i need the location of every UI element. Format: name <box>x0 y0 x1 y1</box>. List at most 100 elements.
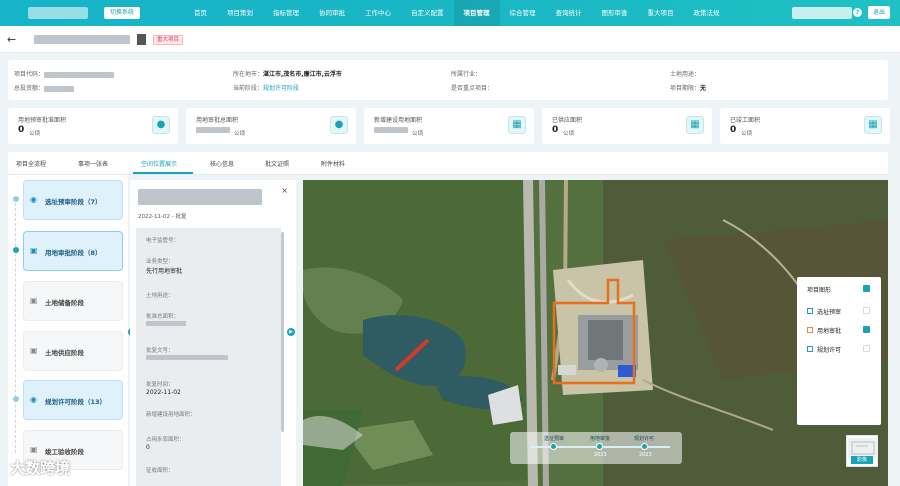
stage-dot <box>13 196 19 202</box>
project-name-redacted <box>34 35 130 44</box>
stage-land-supply[interactable]: ▣ 土地供应阶段 <box>23 331 123 371</box>
nav-item[interactable]: 图形审查 <box>592 0 638 26</box>
arrow-left-icon[interactable]: ← <box>7 33 16 46</box>
major-project-tag: 重大项目 <box>153 35 184 45</box>
legend-toggle-site-selection[interactable] <box>863 307 870 314</box>
stat-value-redacted <box>196 127 230 133</box>
key-project: 是否重点项目： <box>451 85 494 92</box>
tab-project-process[interactable]: 项目全流程 <box>16 159 46 168</box>
project-code: 项目代码： <box>14 69 115 78</box>
legend-title: 项目图形 <box>807 287 832 294</box>
stage-land-approval[interactable]: ▣ 用地审批阶段（8） <box>23 231 123 271</box>
person-icon: ● <box>330 116 348 134</box>
tab-items-table[interactable]: 事项一张表 <box>78 159 108 168</box>
nav-item[interactable]: 政策法规 <box>684 0 730 26</box>
stat-unit: 公顷 <box>563 131 575 137</box>
stats-row: 用地预审批准面积 0 公顷 ● 用地审批总面积 公顷 ● 新增建设用地面积 公顷… <box>8 108 890 144</box>
tab-core-info[interactable]: 核心信息 <box>210 159 234 168</box>
nav-item[interactable]: 项目策划 <box>217 0 263 26</box>
stamp-icon: ◉ <box>30 395 37 404</box>
nav-item[interactable]: 指标管理 <box>263 0 309 26</box>
legend-toggle-planning-permit[interactable] <box>863 345 870 352</box>
document-icon: ▣ <box>30 296 38 305</box>
stat-card: 新增建设用地面积 公顷 ▦ <box>364 108 534 144</box>
nav-item[interactable]: 重大项目 <box>638 0 684 26</box>
user-account[interactable] <box>792 7 852 19</box>
project-deadline: 项目期限：无 <box>670 85 707 92</box>
stat-label: 已竣工面积 <box>730 117 761 124</box>
collapse-right-handle[interactable]: ▶ <box>287 328 295 336</box>
basemap-switcher[interactable]: 影像 <box>846 435 878 467</box>
nav-item[interactable]: 首页 <box>184 0 217 26</box>
legend-toggle-land-approval[interactable] <box>863 326 870 333</box>
document-icon: ▣ <box>30 246 38 255</box>
legend-item-land-approval: 用地审批 <box>817 328 842 335</box>
main-nav: 首页 项目策划 指标管理 协同审批 工作中心 自定义配置 项目管理 综合管理 查询统计 图形审查重… <box>184 0 730 26</box>
stat-unit: 公顷 <box>234 131 246 137</box>
timeline-node[interactable] <box>641 443 648 450</box>
grid-icon: ▦ <box>508 116 526 134</box>
document-icon: ▣ <box>30 445 38 454</box>
layer-legend: 项目图形 选址预审 用地审批 规划许可 <box>797 277 881 425</box>
total-investment: 总投资额： <box>14 83 75 92</box>
timeline-label: 规划许可 <box>634 436 655 442</box>
close-icon[interactable]: × <box>281 186 288 195</box>
legend-swatch <box>807 346 813 352</box>
watermark: 大数跨境 <box>10 459 71 477</box>
legend-item-planning-permit: 规划许可 <box>817 347 842 354</box>
project-title-bar: ← 重大项目 <box>0 26 900 53</box>
help-icon[interactable]: ? <box>853 8 862 17</box>
top-navigation-bar: 切换系统 首页 项目策划 指标管理 协同审批 工作中心 自定义配置 项目管理 综合管理 查询统计… <box>0 0 900 26</box>
stat-unit: 公顷 <box>741 131 753 137</box>
field-label: 批复文号： <box>146 348 174 354</box>
legend-toggle-all[interactable] <box>863 285 870 292</box>
grid-icon: ▦ <box>686 116 704 134</box>
stat-label: 已供应面积 <box>552 117 583 124</box>
stage-land-reserve[interactable]: ▣ 土地储备阶段 <box>23 281 123 321</box>
location: 所在地市：湛江市,茂名市,廉江市,云浮市 <box>233 71 342 78</box>
approval-detail-panel: × 2022-11-02 - 批复 电子监管号： 业务类型： 先行用地审批 土地… <box>130 180 296 486</box>
detail-scrollbar[interactable] <box>281 232 284 432</box>
tab-spatial-location[interactable]: 空间位置展示 <box>141 159 177 168</box>
field-label: 土地用途： <box>146 293 174 299</box>
stat-value: 0 <box>18 125 25 135</box>
stat-card: 已竣工面积 0 公顷 ▦ <box>720 108 890 144</box>
nav-item[interactable]: 综合管理 <box>500 0 546 26</box>
tab-approvals[interactable]: 批文证照 <box>265 159 289 168</box>
timeline-node[interactable] <box>550 443 557 450</box>
grid-icon: ▦ <box>864 116 882 134</box>
field-label: 新增建设用地面积： <box>146 412 196 418</box>
field-label: 批准总面积： <box>146 314 180 320</box>
field-value: 0 <box>146 444 150 451</box>
stage-planning-permit[interactable]: ◉ 规划许可阶段（13） <box>23 380 123 420</box>
stage-dot <box>13 247 19 253</box>
person-icon: ● <box>152 116 170 134</box>
stat-label: 新增建设用地面积 <box>374 117 423 124</box>
field-value-redacted <box>146 321 186 326</box>
location-pin-icon: ◉ <box>30 195 37 204</box>
stat-value-redacted <box>374 127 408 133</box>
active-tab-indicator <box>133 172 193 174</box>
timeline-slider[interactable]: 选址预审 用地审批 规划许可 2023 2023 <box>510 432 682 464</box>
tab-attachments[interactable]: 附件材料 <box>321 159 345 168</box>
timeline-label: 选址预审 <box>544 436 565 442</box>
timeline-year: 2023 <box>639 452 652 458</box>
field-value-redacted <box>146 355 228 360</box>
stage-site-selection[interactable]: ◉ 选址预审阶段（7） <box>23 180 123 220</box>
field-label: 征收面积： <box>146 468 174 474</box>
nav-item[interactable]: 协同审批 <box>309 0 355 26</box>
industry: 所属行业： <box>451 71 482 78</box>
nav-item[interactable]: 工作中心 <box>355 0 401 26</box>
timeline-node[interactable] <box>596 443 603 450</box>
nav-item[interactable]: 自定义配置 <box>401 0 454 26</box>
stat-card: 用地审批总面积 公顷 ● <box>186 108 356 144</box>
nav-item[interactable]: 查询统计 <box>546 0 592 26</box>
stat-label: 用地审批总面积 <box>196 117 239 124</box>
logout-button[interactable]: 退出 <box>867 6 890 19</box>
project-info-card: 项目代码： 总投资额： 所在地市：湛江市,茂名市,廉江市,云浮市 当前阶段：规划… <box>8 60 888 100</box>
system-switch-button[interactable]: 切换系统 <box>104 7 141 19</box>
stat-card: 已供应面积 0 公顷 ▦ <box>542 108 712 144</box>
basemap-label: 影像 <box>851 456 873 464</box>
legend-swatch <box>807 327 813 333</box>
nav-item[interactable]: 项目管理 <box>453 0 500 26</box>
